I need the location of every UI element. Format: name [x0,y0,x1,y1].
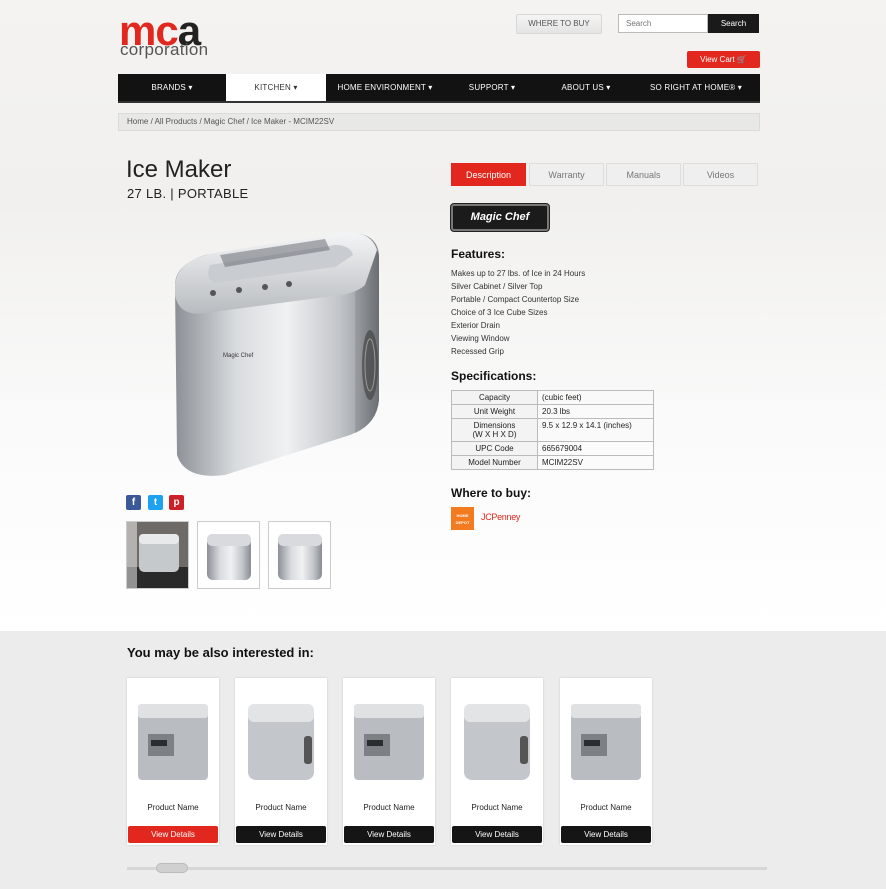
search-button[interactable]: Search [708,14,759,33]
features-list: Makes up to 27 lbs. of Ice in 24 Hours S… [451,267,585,358]
tab-description[interactable]: Description [451,163,526,186]
carousel-scroll-thumb[interactable] [156,863,188,873]
breadcrumb[interactable]: Home / All Products / Magic Chef / Ice M… [118,113,760,131]
view-details-button[interactable]: View Details [561,826,651,843]
page-title: Ice Maker [126,156,232,183]
related-card-name: Product Name [255,803,307,812]
related-card-1-image [138,704,208,780]
feature-item: Recessed Grip [451,347,504,356]
thumbnail-2-image [207,534,251,580]
spec-key: Model Number [451,455,538,470]
cart-icon: 🛒 [736,55,747,64]
spec-key: Capacity [451,390,538,405]
thumbnail-3-image [278,534,322,580]
related-card-3-image [354,704,424,780]
view-details-button[interactable]: View Details [236,826,326,843]
carousel-scrollbar[interactable] [127,867,767,870]
feature-item: Viewing Window [451,334,510,343]
spec-value: (cubic feet) [537,390,654,405]
home-depot-logo[interactable]: HOME DEPOT [451,507,474,530]
feature-item: Exterior Drain [451,321,500,330]
table-row: Capacity (cubic feet) [451,390,654,405]
related-card-name: Product Name [580,803,632,812]
twitter-icon[interactable]: t [148,495,163,510]
product-image-brand: Magic Chef [223,353,254,359]
specs-heading: Specifications: [451,369,537,383]
search-input[interactable] [618,14,708,33]
related-card-3[interactable]: Product Name View Details [343,678,435,845]
nav-item-brands[interactable]: BRANDS ▾ [118,74,226,101]
view-cart-label: View Cart [700,55,735,64]
where-to-buy-heading: Where to buy: [451,486,531,500]
pinterest-icon[interactable]: p [169,495,184,510]
nav-item-kitchen[interactable]: KITCHEN ▾ [226,74,326,101]
nav-divider [118,101,760,103]
related-card-1[interactable]: Product Name View Details [127,678,219,845]
spec-key: Unit Weight [451,404,538,419]
nav-item-home-environment[interactable]: HOME ENVIRONMENT ▾ [326,74,444,101]
tab-videos[interactable]: Videos [683,163,758,186]
brand-logo: Magic Chef [451,204,549,231]
nav-item-support[interactable]: SUPPORT ▾ [444,74,540,101]
related-card-2-image [248,704,314,780]
specs-table: Capacity (cubic feet) Unit Weight 20.3 lbs… [451,390,654,470]
view-details-button[interactable]: View Details [344,826,434,843]
thumbnail-3[interactable] [268,521,331,589]
logo-subtitle: corporation [120,40,209,59]
spec-key: UPC Code [451,441,538,456]
related-card-name: Product Name [363,803,415,812]
related-card-4-image [464,704,530,780]
feature-item: Portable / Compact Countertop Size [451,295,580,304]
table-row: UPC Code 665679004 [451,441,654,456]
related-card-5[interactable]: Product Name View Details [560,678,652,845]
view-details-button[interactable]: View Details [452,826,542,843]
where-to-buy-button[interactable]: WHERE TO BUY [516,14,602,34]
facebook-icon[interactable]: f [126,495,141,510]
product-image: Magic Chef [175,232,379,476]
related-card-name: Product Name [147,803,199,812]
jcpenney-link[interactable]: JCPenney [481,512,520,522]
tab-manuals[interactable]: Manuals [606,163,681,186]
tab-warranty[interactable]: Warranty [529,163,604,186]
features-heading: Features: [451,247,506,261]
spec-key: Dimensions [473,421,516,430]
table-row: Dimensions (W X H X D) 9.5 x 12.9 x 14.1 (… [451,418,654,442]
related-heading: You may be also interested in: [127,645,314,660]
nav-item-so-right-at-home[interactable]: SO RIGHT AT HOME® ▾ [632,74,760,101]
view-details-button[interactable]: View Details [128,826,218,843]
table-row: Model Number MCIM22SV [451,455,654,470]
spec-value: MCIM22SV [537,455,654,470]
thumbnail-1[interactable] [126,521,189,589]
thumbnail-2[interactable] [197,521,260,589]
related-card-name: Product Name [471,803,523,812]
related-card-5-image [571,704,641,780]
related-card-2[interactable]: Product Name View Details [235,678,327,845]
nav-item-about-us[interactable]: ABOUT US ▾ [540,74,632,101]
main-nav: BRANDS ▾ KITCHEN ▾ HOME ENVIRONMENT ▾ SU… [118,74,760,101]
view-cart-button[interactable]: View Cart 🛒 [687,51,760,68]
table-row: Unit Weight 20.3 lbs [451,404,654,419]
product-subtitle: 27 LB. | PORTABLE [127,186,249,201]
feature-item: Silver Cabinet / Silver Top [451,282,543,291]
related-card-4[interactable]: Product Name View Details [451,678,543,845]
feature-item: Choice of 3 Ice Cube Sizes [451,308,548,317]
spec-value: 9.5 x 12.9 x 14.1 (inches) [537,418,654,442]
spec-key-sub: (W X H X D) [472,430,517,439]
spec-value: 665679004 [537,441,654,456]
spec-key-dimensions: Dimensions (W X H X D) [451,418,538,442]
thumbnail-1-image [127,522,188,588]
spec-value: 20.3 lbs [537,404,654,419]
feature-item: Makes up to 27 lbs. of Ice in 24 Hours [451,269,586,278]
